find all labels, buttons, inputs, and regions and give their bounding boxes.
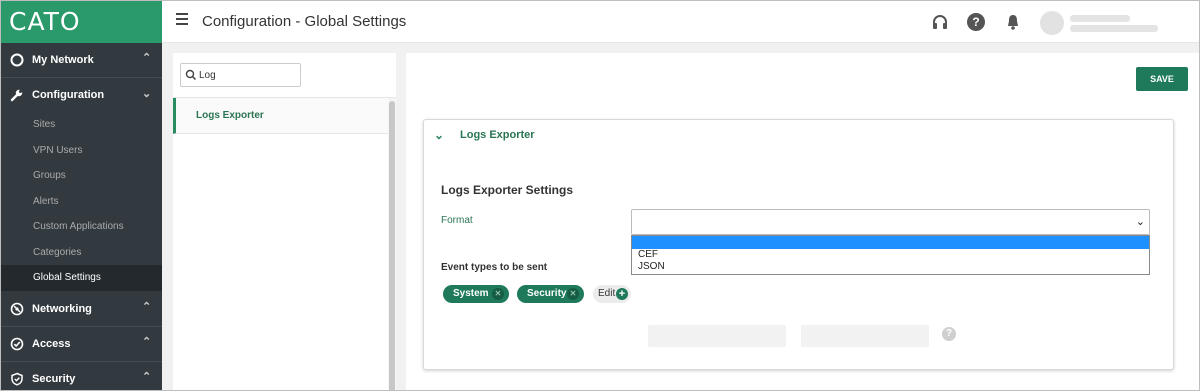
list-item-label: Logs Exporter [196, 110, 264, 121]
sidebar-subitem-vpn-users[interactable]: VPN Users [1, 138, 162, 163]
help-icon[interactable]: ? [967, 13, 985, 31]
dropdown-option-cef[interactable]: CEF [632, 249, 1149, 261]
event-chip-security[interactable]: Security ✕ [517, 285, 584, 303]
sidebar: My Network ⌃ Configuration ⌄ Sites VPN U… [1, 43, 162, 390]
sidebar-item-label: Networking [32, 303, 92, 315]
chevron-up-icon: ⌃ [142, 301, 152, 313]
circle-icon [10, 53, 24, 67]
top-bar: Configuration - Global Settings ? [162, 1, 1199, 43]
chevron-up-icon: ⌃ [142, 52, 152, 64]
app-window: CATO Configuration - Global Settings ? M… [0, 0, 1200, 391]
change-access-token-button[interactable] [801, 325, 929, 347]
help-icon[interactable]: ? [942, 327, 956, 341]
dropdown-option-empty[interactable] [632, 236, 1149, 249]
sidebar-item-configuration[interactable]: Configuration ⌄ [1, 78, 162, 112]
chevron-down-icon: ⌄ [142, 88, 152, 100]
sidebar-item-security[interactable]: Security ⌃ [1, 362, 162, 390]
sidebar-subitem-global-settings[interactable]: Global Settings [1, 265, 162, 291]
avatar [1040, 11, 1064, 35]
format-dropdown: CEF JSON [631, 235, 1150, 275]
networking-icon [10, 302, 24, 316]
sidebar-item-my-network[interactable]: My Network ⌃ [1, 43, 162, 77]
sidebar-item-label: Configuration [32, 89, 105, 101]
sidebar-subitem-custom-applications[interactable]: Custom Applications [1, 214, 162, 239]
menu-icon[interactable] [176, 13, 188, 25]
sidebar-item-label: Security [32, 373, 76, 385]
chevron-up-icon: ⌃ [142, 371, 152, 383]
scrollbar-thumb[interactable] [389, 101, 395, 390]
shield-icon [11, 372, 23, 386]
format-label: Format [441, 215, 473, 226]
settings-list-panel: Log Logs Exporter [173, 53, 396, 390]
settings-heading: Logs Exporter Settings [441, 183, 574, 197]
page-title: Configuration - Global Settings [202, 13, 407, 30]
sidebar-item-access[interactable]: Access ⌃ [1, 327, 162, 361]
sidebar-item-networking[interactable]: Networking ⌃ [1, 292, 162, 326]
user-menu[interactable] [1040, 11, 1180, 35]
edit-event-types-button[interactable]: Edit + [593, 285, 631, 303]
chevron-down-icon[interactable]: ⌄ [434, 128, 444, 142]
cato-logo: CATO [1, 1, 162, 43]
plus-icon: + [616, 288, 628, 300]
logs-exporter-card: ⌄ Logs Exporter Logs Exporter Settings F… [423, 119, 1174, 370]
download-script-button[interactable] [648, 325, 786, 347]
sidebar-item-label: My Network [32, 54, 94, 66]
sidebar-subitem-sites[interactable]: Sites [1, 112, 162, 137]
event-types-label: Event types to be sent [441, 262, 548, 273]
chevron-up-icon: ⌃ [142, 336, 152, 348]
sidebar-item-label: Access [32, 338, 71, 350]
dropdown-option-json[interactable]: JSON [632, 261, 1149, 273]
format-select[interactable]: ⌄ [631, 209, 1150, 235]
event-chip-system[interactable]: System ✕ [443, 285, 509, 303]
sidebar-subitem-groups[interactable]: Groups [1, 163, 162, 188]
check-circle-icon [10, 337, 24, 351]
remove-icon[interactable]: ✕ [567, 288, 579, 300]
bell-icon[interactable] [1004, 13, 1022, 31]
save-button[interactable]: SAVE [1136, 67, 1188, 91]
main-panel: SAVE ⌄ Logs Exporter Logs Exporter Setti… [406, 53, 1199, 390]
sidebar-subitem-alerts[interactable]: Alerts [1, 189, 162, 214]
wrench-icon [10, 89, 23, 102]
search-input[interactable]: Log [180, 63, 301, 87]
remove-icon[interactable]: ✕ [492, 288, 504, 300]
sidebar-subitem-categories[interactable]: Categories [1, 240, 162, 265]
search-icon [185, 69, 197, 81]
search-value: Log [199, 70, 216, 81]
headset-icon[interactable] [931, 13, 949, 31]
chevron-down-icon: ⌄ [1135, 215, 1145, 228]
panel-title[interactable]: Logs Exporter [460, 129, 535, 141]
list-item-logs-exporter[interactable]: Logs Exporter [173, 98, 388, 134]
